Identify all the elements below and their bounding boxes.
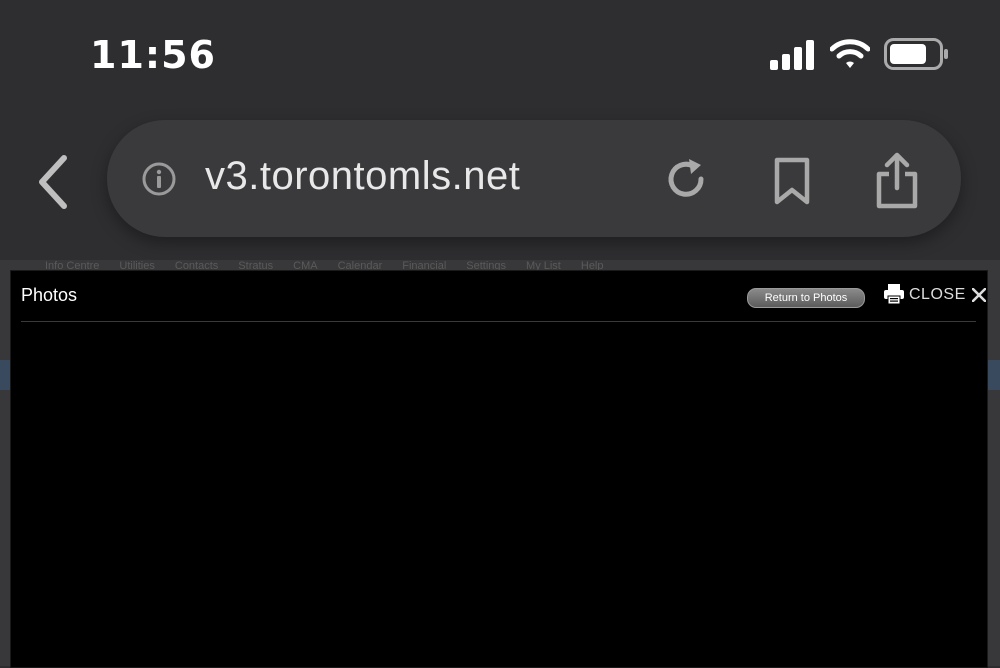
- browser-toolbar: v3.torontomls.net: [0, 110, 1000, 260]
- battery-icon: [884, 38, 948, 70]
- bookmark-icon[interactable]: [771, 156, 813, 206]
- status-time: 11:56: [90, 33, 216, 77]
- print-icon[interactable]: [883, 283, 905, 305]
- url-text[interactable]: v3.torontomls.net: [205, 154, 520, 199]
- address-bar[interactable]: v3.torontomls.net: [107, 120, 961, 237]
- modal-title: Photos: [21, 285, 78, 305]
- close-button[interactable]: CLOSE: [909, 286, 986, 304]
- background-accent: [988, 360, 1000, 390]
- wifi-icon: [830, 39, 870, 68]
- info-icon[interactable]: [142, 162, 176, 196]
- background-accent: [0, 360, 10, 390]
- photos-modal: Photos Return to Photos CLOSE: [10, 270, 988, 668]
- reload-icon[interactable]: [663, 156, 709, 202]
- close-icon[interactable]: [971, 288, 986, 302]
- back-chevron-icon[interactable]: [34, 152, 74, 212]
- return-to-photos-button[interactable]: Return to Photos: [747, 288, 865, 308]
- close-label[interactable]: CLOSE: [909, 286, 966, 304]
- share-icon[interactable]: [874, 152, 920, 210]
- cellular-signal-icon: [770, 40, 814, 70]
- status-bar: 11:56: [0, 0, 1000, 110]
- photo-viewer[interactable]: [11, 322, 987, 667]
